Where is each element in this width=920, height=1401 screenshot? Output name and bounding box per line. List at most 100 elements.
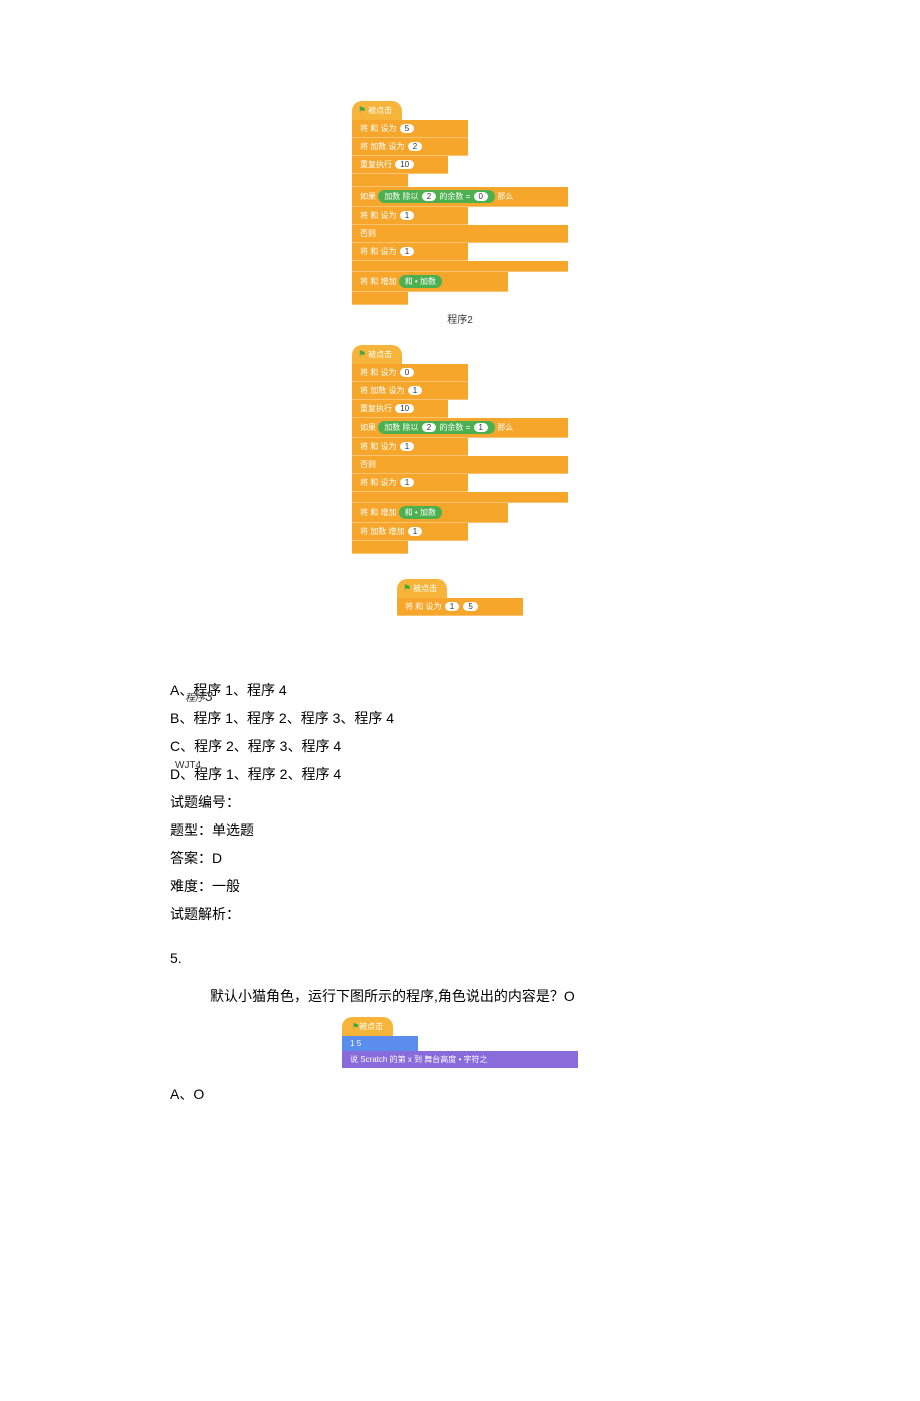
b-text: 增加 (380, 277, 396, 286)
b-text: 将 (360, 277, 368, 286)
program4-left-label: WJT4 (175, 760, 201, 771)
op-text: 的余数 (439, 423, 463, 432)
b-text: 说 (350, 1055, 358, 1064)
b-text: 将 (360, 508, 368, 517)
b-text: 如果 (360, 423, 376, 432)
b-text: 设为 (388, 386, 404, 395)
value-pill: 2 (422, 423, 436, 432)
program4-figure: ⚑被点击 将 和 设为 1 5 (0, 578, 920, 616)
else-block: 否则 (352, 456, 568, 474)
b-text: 将 (360, 124, 368, 133)
op-text: 加数 (420, 277, 436, 286)
value-pill: Scratch (360, 1055, 387, 1064)
value-pill: 1 (400, 442, 414, 451)
b-text: 如果 (360, 192, 376, 201)
b-text: 设为 (380, 478, 396, 487)
op-text: 和 (405, 508, 413, 517)
looks-block: 说 Scratch 的第 x 到 舞台高度 • 字符之 (342, 1051, 578, 1068)
b-text: 和 (370, 124, 378, 133)
b-text: 设为 (380, 442, 396, 451)
set-block: 将 和 设为 5 (352, 120, 468, 138)
set-block: 将 和 设为 1 (352, 207, 468, 225)
q5-prompt: 默认小猫角色，运行下图所示的程序,角色说出的内容是？O (210, 986, 920, 1006)
set-block: 将 和 设为 1 (352, 474, 468, 492)
b-text: 否则 (360, 460, 376, 469)
value-pill: 1 (474, 423, 488, 432)
value-pill: 5 (400, 124, 414, 133)
option-a: A、程序 1、程序 4 (170, 676, 920, 704)
q5-figure: ⚑被点击 1 5 说 Scratch 的第 x 到 舞台高度 • 字符之 (0, 1016, 920, 1068)
hat-block: ⚑被点击 (342, 1017, 393, 1036)
op-text: 除以 (402, 423, 418, 432)
set-block: 将 加数 设为 1 (352, 382, 468, 400)
b-text: 和 (415, 602, 423, 611)
question5-number: 5. (170, 944, 920, 972)
hat-label: 被点击 (368, 350, 392, 359)
b-text: 和 (370, 478, 378, 487)
caption-prefix: 程序 (185, 693, 205, 704)
value-pill: 1 (350, 1039, 354, 1048)
hat-block: ⚑被点击 (352, 101, 402, 120)
if-block: 如果 加数 除以 2 的余数 = 1 那么 (352, 418, 568, 438)
value-pill: 1 (408, 386, 422, 395)
op-text: 加数 (384, 423, 400, 432)
b-text: x (408, 1055, 412, 1064)
repeat-block: 重复执行 10 (352, 400, 448, 418)
spacer-block (352, 261, 568, 272)
value-pill: 5 (357, 1039, 361, 1048)
b-text: 那么 (497, 192, 513, 201)
set-block: 将 加数 设为 2 (352, 138, 468, 156)
op-text: 加数 (420, 508, 436, 517)
b-text: 和 (370, 508, 378, 517)
bottom-block (352, 541, 408, 554)
value-pill: 1 (408, 527, 422, 536)
value-pill: 1 (445, 602, 459, 611)
b-text: 将 (360, 386, 368, 395)
b-text: 设为 (388, 142, 404, 151)
value-pill: 2 (408, 142, 422, 151)
b-text: 将 (360, 527, 368, 536)
hat-label: 被点击 (368, 106, 392, 115)
spacer-block (352, 174, 408, 187)
set-block: 将 和 设为 1 5 (397, 598, 523, 616)
meta-id: 试题编号： (170, 788, 920, 816)
bottom-block (352, 292, 408, 305)
b-text: 设为 (380, 247, 396, 256)
b-text: 重复执行 (360, 160, 392, 169)
program3-figure: ⚑被点击 将 和 设为 0 将 加数 设为 1 重复执行 10 如果 加数 (0, 344, 920, 554)
value-pill: 2 (422, 192, 436, 201)
b-text: 和 (370, 368, 378, 377)
value-pill: 10 (395, 404, 414, 413)
b-text: 将 (360, 478, 368, 487)
op-text: 加数 (384, 192, 400, 201)
repeat-block: 重复执行 10 (352, 156, 448, 174)
b-text: 设为 (425, 602, 441, 611)
program2-figure: ⚑被点击 将 和 设为 5 将 加数 设为 2 重复执行 10 如果 (0, 100, 920, 326)
hat-block: ⚑被点击 (397, 579, 447, 598)
value-pill: 5 (463, 602, 477, 611)
b-text: 增加 (388, 527, 404, 536)
green-flag-icon: ⚑ (403, 583, 411, 593)
b-text: 否则 (360, 229, 376, 238)
meta-difficulty: 难度：一般 (170, 872, 920, 900)
b-text: 将 (360, 368, 368, 377)
b-text: 设为 (380, 211, 396, 220)
b-text: 将 (360, 211, 368, 220)
program3-caption: 程序3 (185, 688, 213, 704)
value-pill: 10 (395, 160, 414, 169)
if-block: 如果 加数 除以 2 的余数 = 0 那么 (352, 187, 568, 207)
value-pill: 0 (474, 192, 488, 201)
b-text: 将 (360, 142, 368, 151)
operator-pill: 加数 除以 2 的余数 = 0 (378, 190, 495, 203)
value-pill: 0 (400, 368, 414, 377)
b-text: 加数 (370, 142, 386, 151)
hat-block: ⚑被点击 (352, 345, 402, 364)
b-text: 那么 (497, 423, 513, 432)
b-text: 和 (370, 277, 378, 286)
green-flag-icon: ⚑ (358, 349, 366, 359)
b-text: 设为 (380, 124, 396, 133)
b-text: 将 (405, 602, 413, 611)
change-block: 将 和 增加 和 • 加数 (352, 272, 508, 292)
q5-num: 5. (170, 944, 920, 972)
spacer-block (352, 492, 568, 503)
